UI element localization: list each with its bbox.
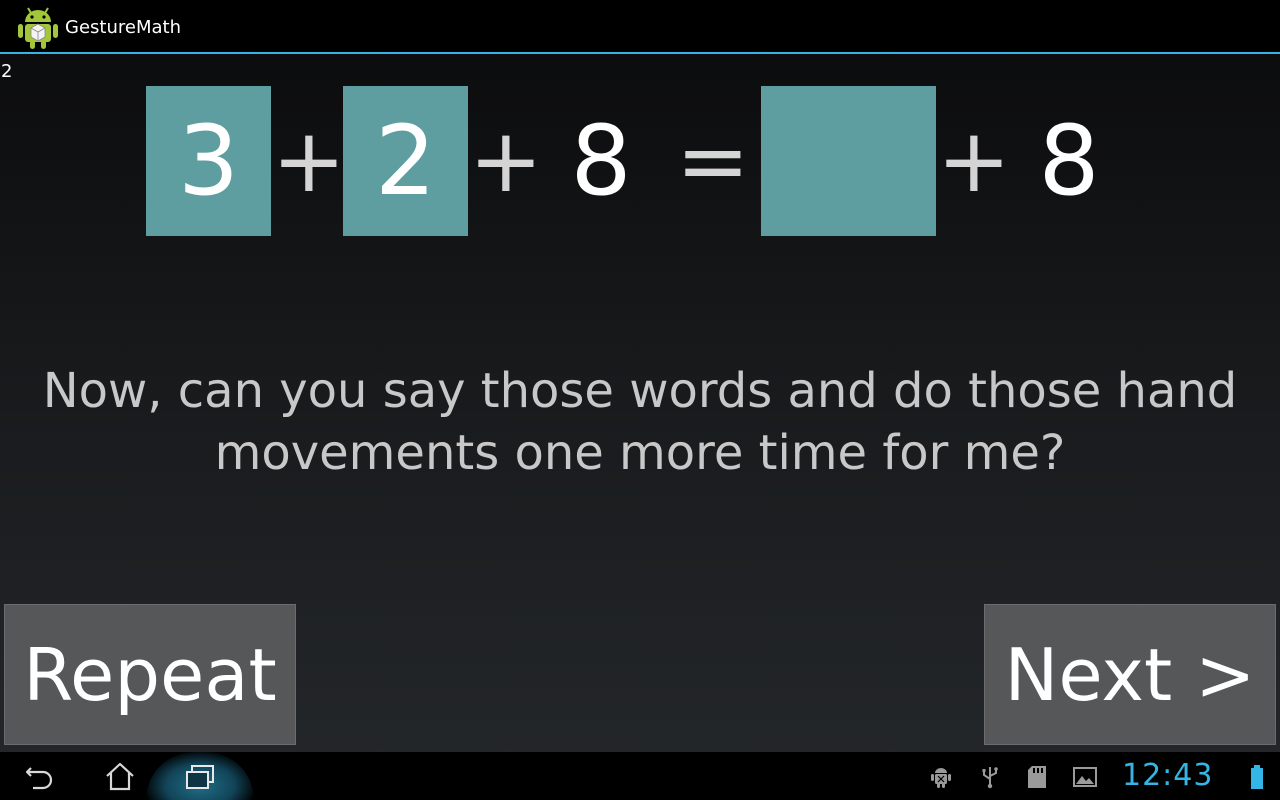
gallery-icon: [1072, 764, 1098, 790]
term-tile-1[interactable]: 3: [146, 86, 271, 236]
home-icon[interactable]: [90, 758, 150, 796]
action-bar: GestureMath: [0, 0, 1280, 54]
system-bar: 12:43: [0, 752, 1280, 800]
next-button[interactable]: Next >: [984, 604, 1276, 745]
prompt-line-2: movements one more time for me?: [214, 425, 1066, 481]
status-clock: 12:43: [1122, 758, 1214, 793]
plus-operator: +: [469, 109, 543, 212]
term-value-3: 8: [570, 105, 632, 217]
answer-value: [761, 86, 936, 236]
recent-apps-icon[interactable]: [170, 758, 230, 796]
plus-operator: +: [272, 109, 346, 212]
answer-box[interactable]: [761, 86, 936, 236]
plus-operator: +: [937, 109, 1011, 212]
app-screen: GestureMath 2 3 + 2 + 8 = + 8 Now, can y…: [0, 0, 1280, 800]
sd-card-icon: [1024, 764, 1050, 790]
android-robot-icon[interactable]: [16, 4, 60, 50]
instruction-prompt: Now, can you say those words and do thos…: [20, 360, 1260, 484]
question-counter: 2: [1, 61, 13, 82]
equals-sign: =: [676, 109, 750, 212]
android-debug-icon: [928, 764, 954, 790]
right-term-value: 8: [1038, 105, 1100, 217]
usb-icon: [977, 764, 1003, 790]
term-value: 2: [374, 105, 437, 217]
back-icon[interactable]: [10, 758, 70, 796]
prompt-line-1: Now, can you say those words and do thos…: [42, 363, 1238, 419]
app-title: GestureMath: [65, 17, 181, 38]
repeat-button[interactable]: Repeat: [4, 604, 296, 745]
term-tile-2[interactable]: 2: [343, 86, 468, 236]
battery-icon: [1244, 764, 1270, 790]
term-value: 3: [177, 105, 240, 217]
